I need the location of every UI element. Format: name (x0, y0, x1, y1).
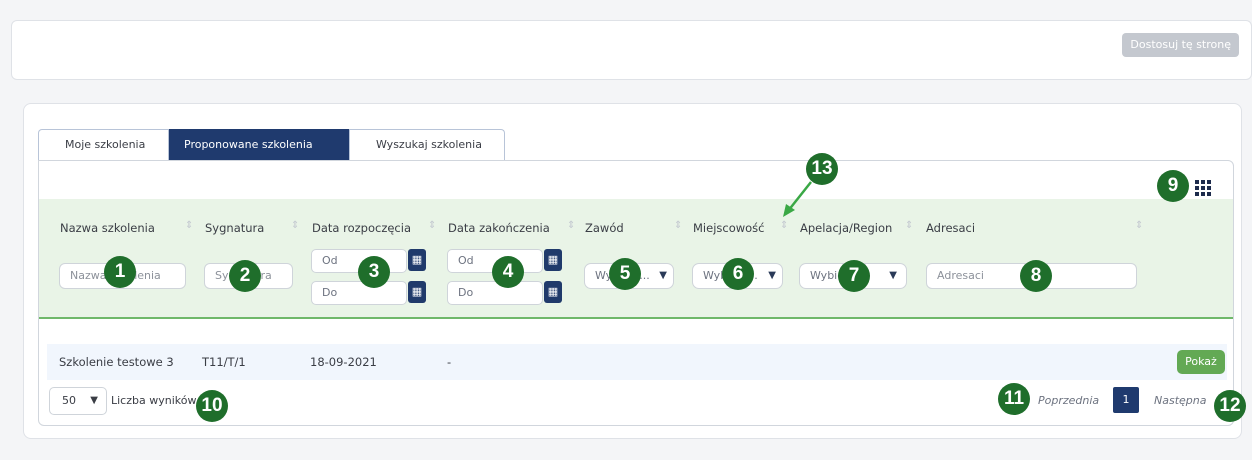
annotation-marker-7: 7 (838, 260, 870, 292)
annotation-marker-6: 6 (722, 258, 754, 290)
annotation-marker-11: 11 (998, 383, 1030, 415)
annotation-marker-12: 12 (1214, 390, 1246, 422)
annotation-marker-13: 13 (806, 153, 838, 185)
annotation-marker-1: 1 (104, 256, 136, 288)
annotation-marker-2: 2 (229, 260, 261, 292)
annotation-marker-8: 8 (1020, 260, 1052, 292)
annotation-marker-10: 10 (196, 390, 228, 422)
annotation-marker-4: 4 (492, 256, 524, 288)
annotation-arrow (783, 181, 812, 217)
annotation-marker-9: 9 (1157, 170, 1189, 202)
annotation-marker-5: 5 (609, 258, 641, 290)
annotation-marker-3: 3 (358, 256, 390, 288)
